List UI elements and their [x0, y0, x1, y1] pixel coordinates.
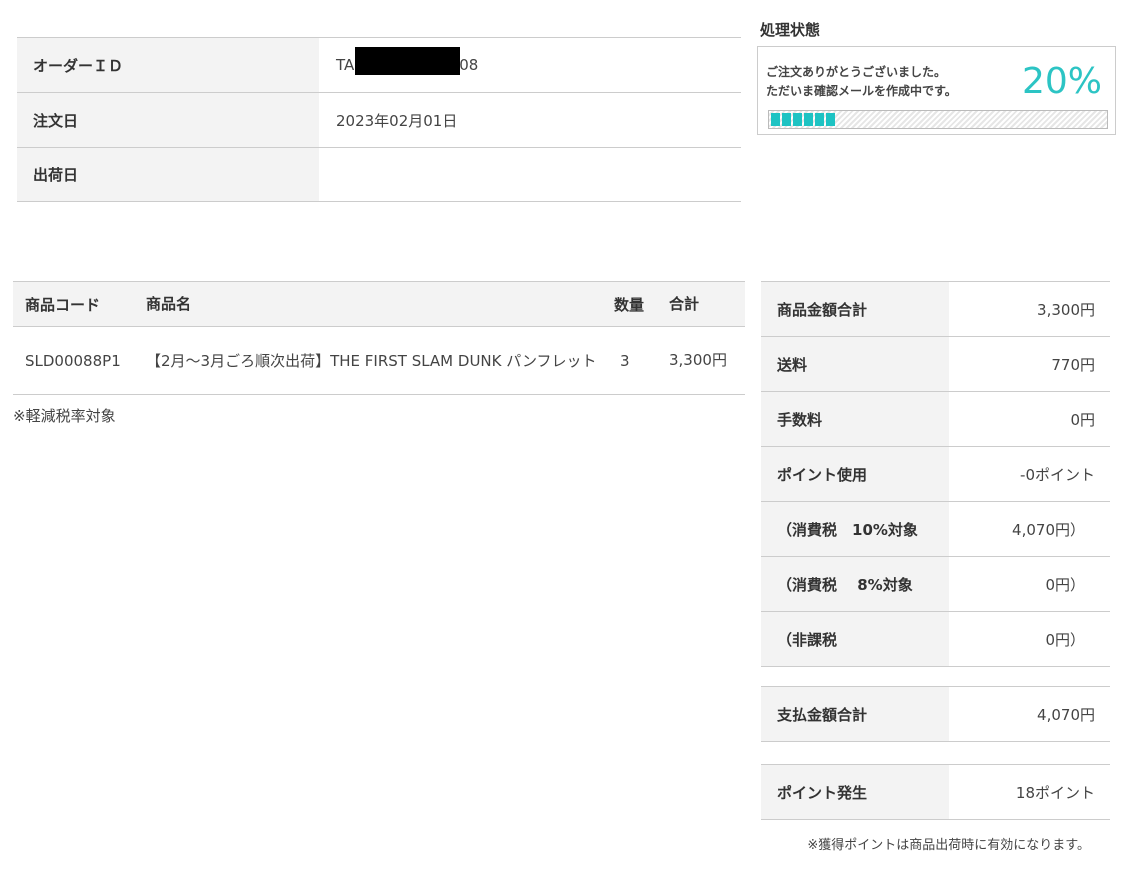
- items-table-header: 商品コード 商品名 数量 合計: [13, 282, 745, 327]
- shipping-label: 送料: [761, 337, 949, 391]
- reduced-tax-note: ※軽減税率対象: [13, 407, 116, 425]
- progress-fill: [771, 113, 1105, 126]
- item-name: 【2月～3月ごろ順次出荷】THE FIRST SLAM DUNK パンフレット: [146, 351, 597, 370]
- summary-row-points-earned: ポイント発生 18ポイント: [761, 765, 1110, 820]
- summary-row-points-used: ポイント使用 -0ポイント: [761, 447, 1110, 502]
- progress-segment: [793, 113, 802, 126]
- progress-segment: [804, 113, 813, 126]
- progress-segment: [815, 113, 824, 126]
- total-label: 支払金額合計: [761, 687, 949, 741]
- order-id-value: TA 08: [319, 38, 741, 92]
- summary-row-total: 支払金額合計 4,070円: [761, 687, 1110, 742]
- fee-label: 手数料: [761, 392, 949, 446]
- tax10-label: （消費税 10%対象: [761, 502, 949, 556]
- status-message-line1: ご注文ありがとうございました。: [766, 65, 947, 79]
- status-title: 処理状態: [760, 21, 821, 39]
- order-id-prefix: TA: [336, 56, 355, 74]
- ship-date-value: [319, 148, 741, 201]
- order-date-value: 2023年02月01日: [336, 111, 458, 130]
- summary-row-fee: 手数料 0円: [761, 392, 1110, 447]
- progress-segment: [826, 113, 835, 126]
- nontax-value: 0円）: [1045, 630, 1085, 649]
- status-panel: ご注文ありがとうございました。 ただいま確認メールを作成中です。 20%: [757, 46, 1116, 135]
- status-message-line2: ただいま確認メールを作成中です。: [766, 84, 957, 98]
- item-total: 3,300円: [669, 351, 727, 369]
- redaction-box: [355, 47, 460, 75]
- nontax-label: （非課税: [761, 612, 949, 666]
- order-id-suffix: 08: [459, 56, 479, 74]
- tax8-label: （消費税 8%対象: [761, 557, 949, 611]
- summary-table: 商品金額合計 3,300円 送料 770円 手数料 0円 ポイント使用 -0ポイ…: [761, 281, 1110, 667]
- item-qty: 3: [620, 351, 630, 370]
- order-date-row: 注文日 2023年02月01日: [17, 93, 741, 148]
- order-date-label: 注文日: [17, 93, 319, 147]
- summary-row-tax8: （消費税 8%対象 0円）: [761, 557, 1110, 612]
- points-used-value: -0ポイント: [1020, 465, 1095, 484]
- subtotal-label: 商品金額合計: [761, 282, 949, 336]
- summary-row-shipping: 送料 770円: [761, 337, 1110, 392]
- summary-row-tax10: （消費税 10%対象 4,070円）: [761, 502, 1110, 557]
- table-row: SLD00088P1 【2月～3月ごろ順次出荷】THE FIRST SLAM D…: [13, 327, 745, 395]
- progress-bar: [768, 110, 1108, 129]
- points-note: ※獲得ポイントは商品出荷時に有効になります。: [807, 838, 1090, 853]
- header-qty: 数量: [614, 295, 645, 314]
- tax10-value: 4,070円）: [1012, 520, 1085, 539]
- points-earned-label: ポイント発生: [761, 765, 949, 819]
- points-used-label: ポイント使用: [761, 447, 949, 501]
- points-earned-value: 18ポイント: [1015, 783, 1095, 802]
- shipping-value: 770円: [1051, 355, 1095, 374]
- tax8-value: 0円）: [1045, 575, 1085, 594]
- points-earned-table: ポイント発生 18ポイント: [761, 764, 1110, 820]
- status-message: ご注文ありがとうございました。 ただいま確認メールを作成中です。: [766, 63, 957, 101]
- order-info-table: オーダーＩＤ TA 08 注文日 2023年02月01日 出荷日: [17, 37, 741, 202]
- item-code: SLD00088P1: [25, 351, 121, 370]
- order-id-label: オーダーＩＤ: [17, 38, 319, 92]
- progress-segment: [782, 113, 791, 126]
- items-table: 商品コード 商品名 数量 合計 SLD00088P1 【2月～3月ごろ順次出荷】…: [13, 281, 745, 395]
- summary-row-subtotal: 商品金額合計 3,300円: [761, 282, 1110, 337]
- header-code: 商品コード: [25, 295, 101, 314]
- subtotal-value: 3,300円: [1037, 300, 1095, 319]
- total-value: 4,070円: [1037, 705, 1095, 724]
- summary-row-nontax: （非課税 0円）: [761, 612, 1110, 667]
- payment-total-table: 支払金額合計 4,070円: [761, 686, 1110, 742]
- progress-segment: [771, 113, 780, 126]
- header-name: 商品名: [146, 295, 192, 313]
- ship-date-row: 出荷日: [17, 148, 741, 202]
- fee-value: 0円: [1070, 410, 1095, 429]
- header-total: 合計: [669, 294, 700, 313]
- ship-date-label: 出荷日: [17, 148, 319, 201]
- order-id-row: オーダーＩＤ TA 08: [17, 38, 741, 93]
- status-percent: 20%: [1021, 61, 1102, 102]
